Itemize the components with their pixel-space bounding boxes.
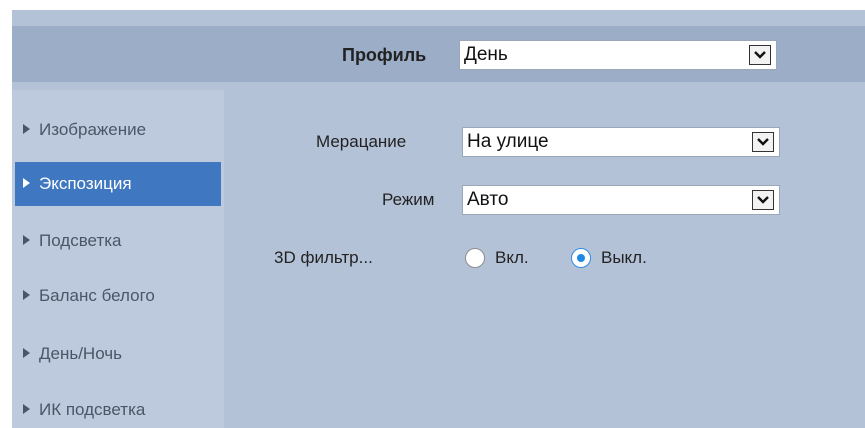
settings-panel: Профиль День Изображение Экспозиция Подс… (12, 10, 865, 428)
chevron-down-icon[interactable] (752, 190, 774, 210)
mode-label: Режим (382, 190, 435, 209)
filter3d-off-radio[interactable] (571, 248, 591, 268)
filter3d-on-radio[interactable] (465, 248, 485, 268)
profile-select[interactable]: День (459, 40, 777, 70)
sidebar-item-day-night[interactable]: День/Ночь (15, 332, 221, 376)
triangle-right-icon (23, 178, 30, 188)
triangle-right-icon (23, 348, 30, 358)
sidebar-item-white-balance[interactable]: Баланс белого (15, 274, 221, 318)
filter3d-on-label: Вкл. (495, 248, 529, 267)
sidebar-item-ir-light[interactable]: ИК подсветка (15, 388, 221, 428)
mode-select[interactable]: Авто (462, 185, 780, 215)
sidebar-item-exposure[interactable]: Экспозиция (15, 162, 221, 206)
profile-label: Профиль (342, 45, 427, 65)
sidebar-item-label: Подсветка (39, 231, 122, 250)
filter3d-label: 3D фильтр... (274, 248, 373, 267)
profile-bar: Профиль День (12, 26, 865, 82)
chevron-down-icon[interactable] (749, 45, 771, 65)
sidebar-item-label: Изображение (39, 120, 147, 139)
sidebar-item-backlight[interactable]: Подсветка (15, 219, 221, 263)
sidebar-item-image[interactable]: Изображение (15, 108, 221, 152)
triangle-right-icon (23, 235, 30, 245)
metering-label: Мерацание (316, 132, 407, 151)
triangle-right-icon (23, 290, 30, 300)
chevron-down-icon[interactable] (752, 132, 774, 152)
sidebar-item-label: Баланс белого (39, 286, 155, 305)
metering-select-value: На улице (467, 131, 549, 152)
sidebar: Изображение Экспозиция Подсветка Баланс … (12, 90, 224, 428)
mode-select-value: Авто (467, 189, 509, 210)
sidebar-item-label: ИК подсветка (39, 400, 146, 419)
profile-select-value: День (464, 44, 508, 65)
sidebar-item-label: День/Ночь (39, 344, 123, 363)
triangle-right-icon (23, 124, 30, 134)
filter3d-off-label: Выкл. (601, 248, 647, 267)
sidebar-item-label: Экспозиция (39, 174, 132, 193)
metering-select[interactable]: На улице (462, 127, 780, 157)
triangle-right-icon (23, 404, 30, 414)
